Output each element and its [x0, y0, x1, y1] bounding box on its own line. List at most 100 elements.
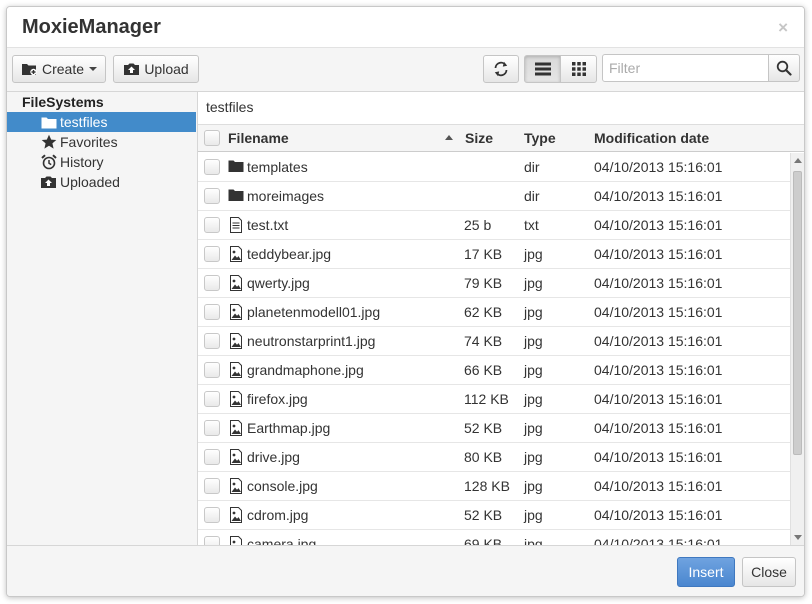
upload-button[interactable]: Upload — [113, 55, 199, 83]
file-modified: 04/10/2013 15:16:01 — [594, 217, 723, 233]
sidebar-item-favorites[interactable]: Favorites — [7, 132, 196, 152]
file-modified: 04/10/2013 15:16:01 — [594, 275, 723, 291]
table-row[interactable]: teddybear.jpg 17 KB jpg 04/10/2013 15:16:01 — [198, 240, 790, 269]
upload-icon — [124, 63, 140, 75]
file-modified: 04/10/2013 15:16:01 — [594, 420, 723, 436]
table-row[interactable]: templates dir 04/10/2013 15:16:01 — [198, 153, 790, 182]
file-type: jpg — [524, 333, 543, 349]
file-name[interactable]: templates — [247, 159, 308, 175]
sidebar-item-testfiles[interactable]: testfiles — [7, 112, 196, 132]
create-button[interactable]: Create — [12, 55, 106, 83]
image-file-icon — [230, 391, 242, 407]
sidebar: FileSystems testfiles Favorites History — [7, 92, 198, 545]
file-modified: 04/10/2013 15:16:01 — [594, 362, 723, 378]
row-checkbox[interactable] — [204, 217, 220, 233]
vertical-scrollbar[interactable] — [790, 153, 804, 545]
table-row[interactable]: test.txt 25 b txt 04/10/2013 15:16:01 — [198, 211, 790, 240]
image-file-icon — [230, 246, 242, 262]
alarm-clock-icon — [40, 154, 57, 170]
close-icon[interactable]: × — [778, 18, 788, 38]
row-checkbox[interactable] — [204, 304, 220, 320]
file-name[interactable]: cdrom.jpg — [247, 507, 308, 523]
sidebar-item-history[interactable]: History — [7, 152, 196, 172]
table-row[interactable]: planetenmodell01.jpg 62 KB jpg 04/10/2013 1… — [198, 298, 790, 327]
row-checkbox[interactable] — [204, 391, 220, 407]
refresh-button[interactable] — [483, 55, 519, 83]
row-checkbox[interactable] — [204, 333, 220, 349]
file-size: 128 KB — [464, 478, 510, 494]
image-file-icon — [230, 449, 242, 465]
file-size: 17 KB — [464, 246, 503, 262]
file-modified: 04/10/2013 15:16:01 — [594, 188, 723, 204]
row-checkbox[interactable] — [204, 536, 220, 545]
file-modified: 04/10/2013 15:16:01 — [594, 159, 723, 175]
row-checkbox[interactable] — [204, 159, 220, 175]
row-checkbox[interactable] — [204, 507, 220, 523]
file-type: jpg — [524, 246, 543, 262]
column-header-size[interactable]: Size — [465, 130, 493, 146]
file-name[interactable]: drive.jpg — [247, 449, 300, 465]
sidebar-item-uploaded[interactable]: Uploaded — [7, 172, 196, 192]
insert-button[interactable]: Insert — [677, 557, 735, 587]
table-row[interactable]: camera.jpg 69 KB jpg 04/10/2013 15:16:01 — [198, 530, 790, 545]
table-row[interactable]: firefox.jpg 112 KB jpg 04/10/2013 15:16:01 — [198, 385, 790, 414]
table-row[interactable]: Earthmap.jpg 52 KB jpg 04/10/2013 15:16:01 — [198, 414, 790, 443]
folder-icon — [40, 114, 57, 130]
title-bar: MoxieManager × — [7, 7, 804, 48]
file-name[interactable]: firefox.jpg — [247, 391, 308, 407]
row-checkbox[interactable] — [204, 449, 220, 465]
image-file-icon — [230, 507, 242, 523]
table-row[interactable]: cdrom.jpg 52 KB jpg 04/10/2013 15:16:01 — [198, 501, 790, 530]
table-row[interactable]: grandmaphone.jpg 66 KB jpg 04/10/2013 15:16… — [198, 356, 790, 385]
file-name[interactable]: qwerty.jpg — [247, 275, 310, 291]
file-type: dir — [524, 159, 540, 175]
file-size: 112 KB — [464, 391, 509, 407]
file-type: jpg — [524, 304, 543, 320]
file-name[interactable]: camera.jpg — [247, 536, 316, 545]
row-checkbox[interactable] — [204, 420, 220, 436]
thumbnail-view-button[interactable] — [560, 55, 597, 83]
file-name[interactable]: grandmaphone.jpg — [247, 362, 364, 378]
list-view-button[interactable] — [524, 55, 561, 83]
file-modified: 04/10/2013 15:16:01 — [594, 507, 723, 523]
refresh-icon — [494, 61, 508, 77]
folder-add-icon — [21, 64, 37, 76]
row-checkbox[interactable] — [204, 478, 220, 494]
column-header-filename[interactable]: Filename — [228, 130, 289, 146]
search-button[interactable] — [768, 54, 800, 82]
select-all-checkbox[interactable] — [204, 130, 220, 146]
dialog-footer: Insert Close — [7, 545, 804, 596]
scroll-up-icon[interactable] — [794, 158, 802, 163]
table-row[interactable]: console.jpg 128 KB jpg 04/10/2013 15:16:01 — [198, 472, 790, 501]
file-table-body: templates dir 04/10/2013 15:16:01 moreimage… — [198, 153, 790, 545]
file-name[interactable]: moreimages — [247, 188, 324, 204]
table-row[interactable]: neutronstarprint1.jpg 74 KB jpg 04/10/2013 … — [198, 327, 790, 356]
table-row[interactable]: drive.jpg 80 KB jpg 04/10/2013 15:16:01 — [198, 443, 790, 472]
table-row[interactable]: moreimages dir 04/10/2013 15:16:01 — [198, 182, 790, 211]
file-name[interactable]: test.txt — [247, 217, 288, 233]
file-type: jpg — [524, 507, 543, 523]
file-size: 79 KB — [464, 275, 503, 291]
file-name[interactable]: neutronstarprint1.jpg — [247, 333, 375, 349]
list-view-icon — [534, 62, 551, 76]
image-file-icon — [230, 362, 242, 378]
row-checkbox[interactable] — [204, 275, 220, 291]
file-name[interactable]: teddybear.jpg — [247, 246, 331, 262]
column-header-modified[interactable]: Modification date — [594, 130, 709, 146]
table-row[interactable]: qwerty.jpg 79 KB jpg 04/10/2013 15:16:01 — [198, 269, 790, 298]
file-name[interactable]: Earthmap.jpg — [247, 420, 330, 436]
sidebar-item-label: Favorites — [60, 134, 118, 150]
row-checkbox[interactable] — [204, 362, 220, 378]
row-checkbox[interactable] — [204, 246, 220, 262]
row-checkbox[interactable] — [204, 188, 220, 204]
close-button[interactable]: Close — [742, 557, 796, 587]
filter-input[interactable] — [602, 54, 769, 82]
file-manager-dialog: MoxieManager × Create Upload Filter File… — [6, 6, 805, 597]
file-name[interactable]: console.jpg — [247, 478, 318, 494]
scroll-down-icon[interactable] — [794, 535, 802, 540]
scrollbar-thumb[interactable] — [793, 171, 802, 455]
file-modified: 04/10/2013 15:16:01 — [594, 478, 723, 494]
column-header-type[interactable]: Type — [524, 130, 556, 146]
file-name[interactable]: planetenmodell01.jpg — [247, 304, 380, 320]
file-modified: 04/10/2013 15:16:01 — [594, 391, 723, 407]
